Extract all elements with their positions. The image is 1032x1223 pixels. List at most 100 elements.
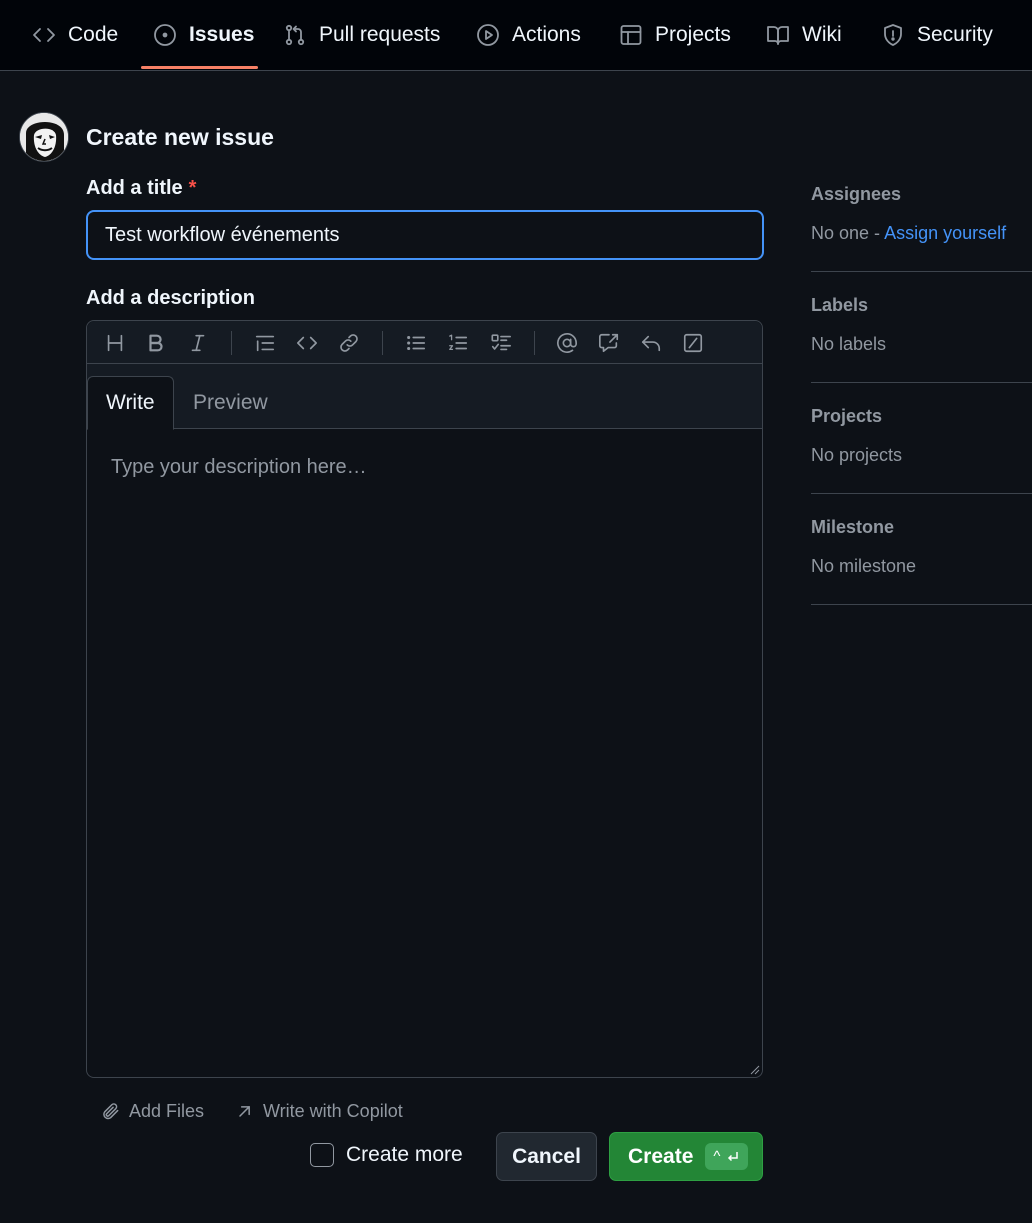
- cross-reference-icon: [599, 333, 619, 353]
- book-icon: [767, 26, 789, 45]
- code-icon: [297, 336, 317, 350]
- quote-button[interactable]: [252, 330, 278, 356]
- avatar-portrait: [20, 113, 68, 161]
- nav-tab-label: Pull requests: [319, 23, 441, 46]
- table-icon: [620, 25, 642, 45]
- write-with-copilot-label: Write with Copilot: [263, 1100, 403, 1121]
- projects-heading[interactable]: Projects: [811, 406, 1032, 427]
- repo-nav: Code Issues Pull requests Actions Projec…: [0, 0, 1032, 71]
- assignees-value: No one - Assign yourself: [811, 223, 1032, 244]
- ordered-list-button[interactable]: [445, 330, 471, 356]
- reply-icon: [641, 335, 661, 352]
- ctrl-key: ^: [713, 1148, 721, 1165]
- description-textarea[interactable]: [87, 430, 762, 1077]
- toolbar-divider: [534, 331, 535, 355]
- issue-opened-icon: [154, 24, 176, 46]
- nav-tab-label: Wiki: [802, 23, 842, 46]
- page-title: Create new issue: [86, 124, 274, 150]
- bold-button[interactable]: [143, 330, 169, 356]
- mention-icon: [557, 333, 577, 353]
- milestone-heading[interactable]: Milestone: [811, 517, 1032, 538]
- assignees-heading[interactable]: Assignees: [811, 184, 1032, 205]
- create-button[interactable]: Create ^: [609, 1132, 763, 1181]
- toolbar-divider: [231, 331, 232, 355]
- bold-icon: [149, 334, 163, 352]
- nav-tab-actions[interactable]: Actions: [476, 0, 581, 70]
- milestone-value: No milestone: [811, 556, 917, 576]
- nav-tab-wiki[interactable]: Wiki: [766, 0, 842, 70]
- heading-icon: [107, 334, 123, 352]
- sidebar-labels: Labels No labels: [811, 295, 1032, 355]
- tab-preview[interactable]: Preview: [175, 376, 286, 430]
- slash-command-icon: [683, 333, 703, 353]
- add-files-label: Add Files: [129, 1100, 205, 1121]
- nav-tab-issues[interactable]: Issues: [153, 0, 254, 70]
- description-label: Add a description: [86, 287, 255, 309]
- cancel-button[interactable]: Cancel: [496, 1132, 597, 1181]
- avatar[interactable]: [19, 112, 69, 162]
- nav-tab-projects[interactable]: Projects: [619, 0, 731, 70]
- required-mark: *: [188, 177, 197, 199]
- reply-button[interactable]: [638, 330, 664, 356]
- nav-tab-pull-requests[interactable]: Pull requests: [283, 0, 440, 70]
- paperclip-icon: [103, 1103, 119, 1120]
- sidebar-divider: [811, 271, 1032, 272]
- arrow-up-right-icon: [239, 1106, 250, 1117]
- sidebar-divider: [811, 382, 1032, 383]
- sidebar-milestone: Milestone No milestone: [811, 517, 1032, 577]
- code-icon: [33, 28, 55, 42]
- create-more-label: Create more: [346, 1143, 463, 1166]
- markdown-toolbar: [87, 321, 762, 364]
- ordered-list-icon: [449, 334, 468, 351]
- nav-tab-label: Projects: [655, 23, 731, 46]
- shield-icon: [884, 24, 902, 46]
- heading-button[interactable]: [102, 330, 128, 356]
- write-with-copilot-button[interactable]: Write with Copilot: [235, 1098, 403, 1124]
- nav-tab-label: Actions: [512, 23, 581, 46]
- git-pull-request-icon: [285, 24, 305, 46]
- link-icon: [340, 334, 358, 352]
- nav-tab-security[interactable]: Security: [881, 0, 993, 70]
- title-input[interactable]: [86, 210, 764, 260]
- labels-heading[interactable]: Labels: [811, 295, 1032, 316]
- editor-tabbar: Write Preview: [87, 364, 762, 430]
- sidebar-divider: [811, 604, 1032, 605]
- tasklist-icon: [491, 334, 511, 351]
- nav-tab-code[interactable]: Code: [32, 0, 118, 70]
- toolbar-divider: [382, 331, 383, 355]
- nav-tab-label: Security: [917, 23, 993, 46]
- link-button[interactable]: [336, 330, 362, 356]
- sidebar-divider: [811, 493, 1032, 494]
- slash-command-button[interactable]: [680, 330, 706, 356]
- active-tab-underline: [141, 66, 258, 69]
- play-icon: [477, 24, 499, 46]
- quote-icon: [255, 335, 275, 352]
- sidebar-projects: Projects No projects: [811, 406, 1032, 466]
- add-files-button[interactable]: Add Files: [101, 1098, 204, 1124]
- tab-write[interactable]: Write: [87, 376, 174, 430]
- labels-value: No labels: [811, 334, 887, 354]
- assign-yourself-link[interactable]: Assign yourself: [884, 223, 1006, 243]
- title-label-text: Add a title: [86, 177, 183, 199]
- cross-reference-button[interactable]: [596, 330, 622, 356]
- unordered-list-button[interactable]: [403, 330, 429, 356]
- projects-value: No projects: [811, 445, 903, 465]
- description-editor: Write Preview: [86, 320, 763, 1078]
- create-more-toggle[interactable]: Create more: [310, 1143, 463, 1167]
- italic-icon: [191, 334, 205, 352]
- nav-tab-label: Issues: [189, 23, 255, 46]
- title-label: Add a title *: [86, 177, 196, 200]
- assignees-none-text: No one -: [811, 223, 881, 243]
- create-button-label: Create: [628, 1144, 694, 1168]
- enter-key-icon: [728, 1151, 739, 1161]
- unordered-list-icon: [407, 335, 426, 351]
- mention-button[interactable]: [554, 330, 580, 356]
- italic-button[interactable]: [185, 330, 211, 356]
- create-more-checkbox[interactable]: [310, 1143, 334, 1167]
- resize-handle-icon[interactable]: [750, 1065, 760, 1075]
- code-button[interactable]: [294, 330, 320, 356]
- tasklist-button[interactable]: [488, 330, 514, 356]
- keyboard-shortcut-badge: ^: [705, 1143, 749, 1170]
- sidebar-assignees: Assignees No one - Assign yourself: [811, 184, 1032, 244]
- nav-tab-label: Code: [68, 23, 119, 46]
